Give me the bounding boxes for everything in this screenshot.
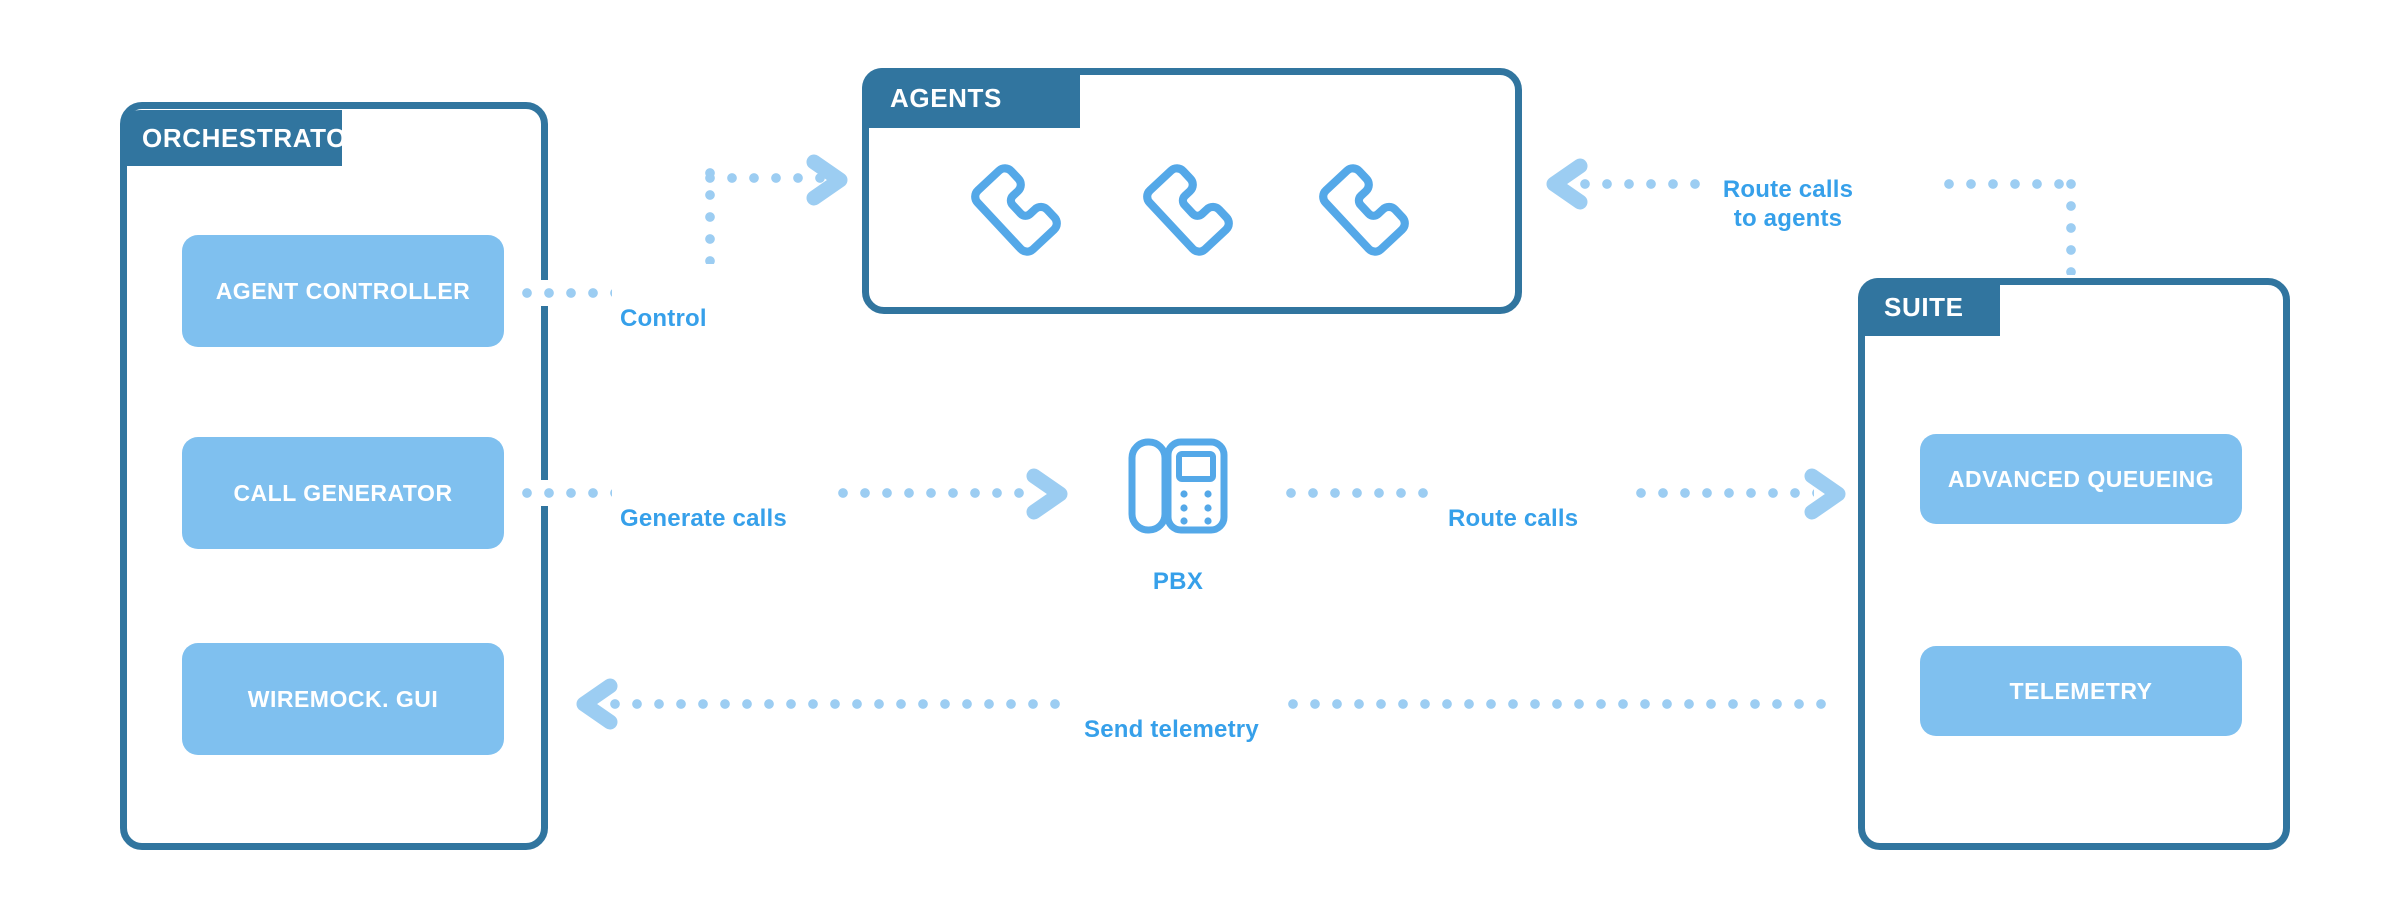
connector-generate-calls-label: Generate calls	[620, 477, 850, 534]
phone-handset-icon-2	[1140, 162, 1236, 258]
pbx-caption-label: PBX	[1152, 568, 1204, 595]
panel-tab-agents: AGENTS	[862, 68, 1080, 128]
diagram-canvas: ORCHESTRATOR AGENT CONTROLLER CALL GENER…	[0, 0, 2400, 917]
connector-generate-calls-arrowhead	[1020, 466, 1076, 522]
connector-route-to-agents-dots-right	[1944, 179, 2076, 189]
connector-control-label: Control	[620, 277, 800, 334]
connector-generate-calls-dots-left	[522, 488, 612, 498]
panel-tab-suite: SUITE	[1858, 278, 2000, 336]
connector-send-telemetry-dots-left	[610, 699, 1072, 709]
connector-send-telemetry-label-text: Send telemetry	[1084, 716, 1259, 744]
connector-route-calls-label-text: Route calls	[1448, 505, 1579, 533]
connector-route-to-agents-label-text: Route calls to agents	[1722, 176, 1854, 232]
service-box-agent-controller-label: AGENT CONTROLLER	[215, 277, 471, 304]
service-box-call-generator[interactable]: CALL GENERATOR	[182, 437, 504, 549]
service-box-wiremock-gui-label: WIREMOCK. GUI	[247, 685, 439, 712]
connector-send-telemetry-label: Send telemetry	[1084, 688, 1334, 745]
service-box-agent-controller[interactable]: AGENT CONTROLLER	[182, 235, 504, 347]
connector-route-to-agents-label: Route calls to agents	[1678, 148, 1898, 233]
panel-tab-suite-label: SUITE	[1884, 291, 1964, 322]
panel-tab-orchestrator-label: ORCHESTRATOR	[142, 122, 367, 153]
connector-control-arrowhead	[800, 152, 856, 208]
service-box-wiremock-gui[interactable]: WIREMOCK. GUI	[182, 643, 504, 755]
connector-route-calls-arrowhead	[1798, 466, 1854, 522]
phone-handset-icon-1	[968, 162, 1064, 258]
service-box-telemetry[interactable]: TELEMETRY	[1920, 646, 2242, 736]
connector-route-to-agents-dots-vertical	[2066, 179, 2076, 275]
phone-handset-icon-3	[1316, 162, 1412, 258]
connector-control-label-text: Control	[620, 305, 707, 333]
service-box-telemetry-label: TELEMETRY	[2009, 677, 2153, 704]
service-box-advanced-queueing[interactable]: ADVANCED QUEUEING	[1920, 434, 2242, 524]
connector-route-calls-label: Route calls	[1448, 477, 1668, 534]
connector-control-dots-left	[522, 288, 612, 298]
service-box-advanced-queueing-label: ADVANCED QUEUEING	[1947, 465, 2215, 492]
connector-generate-calls-dots-right	[838, 488, 1034, 498]
panel-tab-orchestrator: ORCHESTRATOR	[120, 110, 366, 166]
pbx-caption: PBX	[1088, 568, 1268, 596]
connector-route-calls-dots-left	[1286, 488, 1434, 498]
panel-tab-agents-label: AGENTS	[890, 82, 1002, 113]
service-box-call-generator-label: CALL GENERATOR	[233, 479, 453, 506]
panel-suite	[1858, 278, 2290, 850]
desk-phone-icon	[1124, 432, 1232, 540]
connector-generate-calls-label-text: Generate calls	[620, 505, 787, 533]
connector-send-telemetry-dots-right	[1288, 699, 1828, 709]
connector-route-calls-dots-right	[1636, 488, 1814, 498]
